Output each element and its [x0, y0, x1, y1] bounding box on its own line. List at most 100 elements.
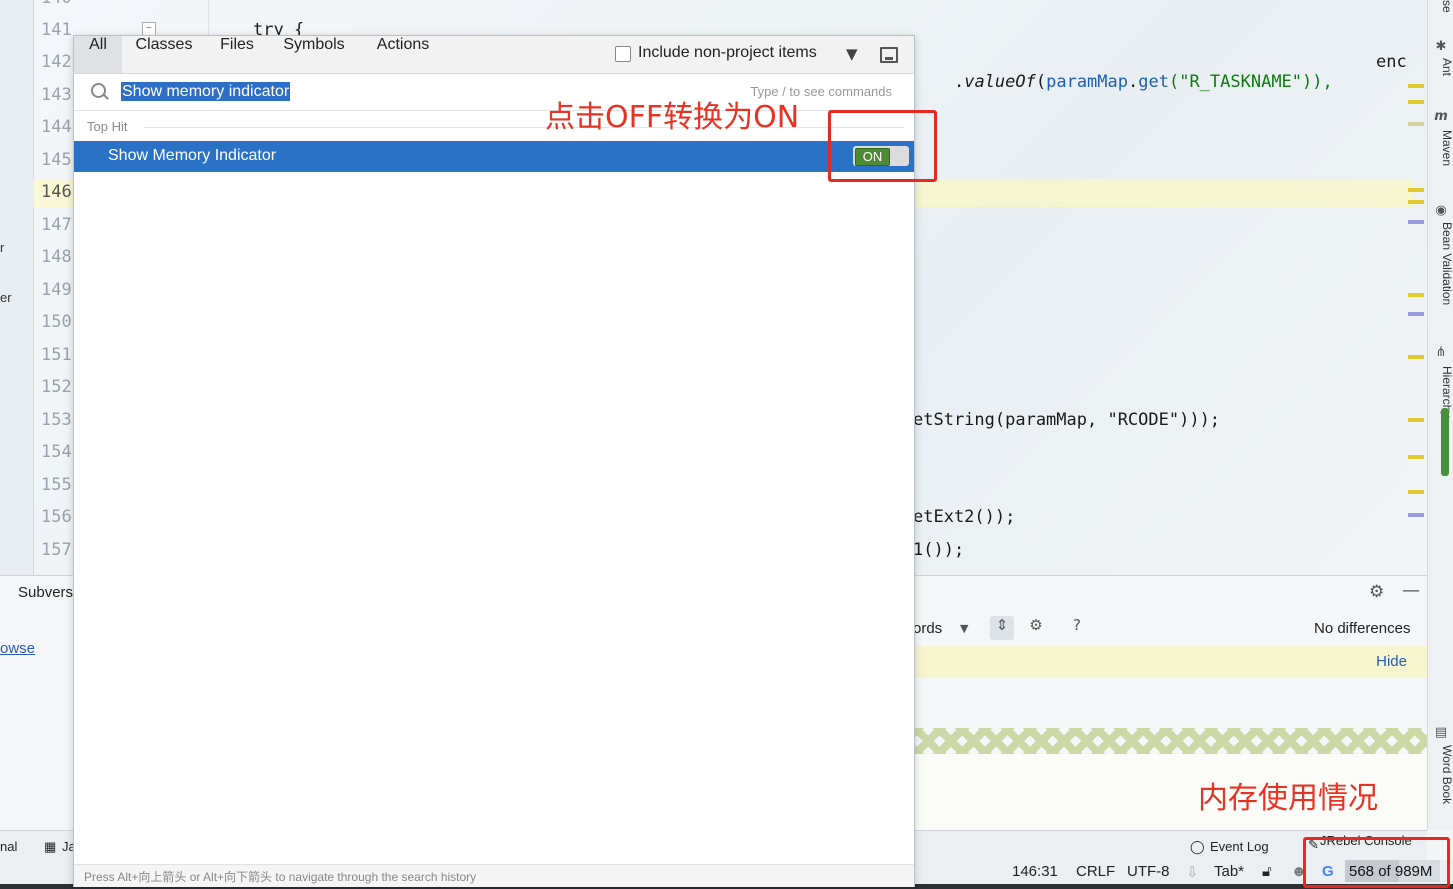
code-line-157: 1());: [913, 540, 965, 560]
hierarchy-icon: ⋔: [1435, 345, 1447, 360]
stripe-mark[interactable]: [1408, 490, 1424, 494]
code-token: .: [1128, 72, 1139, 92]
search-input[interactable]: Show memory indicator: [121, 82, 291, 101]
line-number: 145: [41, 150, 72, 170]
line-number: 149: [41, 280, 72, 300]
collapse-unchanged-icon[interactable]: ⇕: [990, 616, 1014, 640]
project-tree-fragment: r: [0, 240, 5, 255]
memory-highlight-box: [1303, 837, 1450, 888]
stripe-mark[interactable]: [1408, 100, 1424, 104]
ant-icon: ✱: [1435, 39, 1447, 54]
line-number: 156: [41, 507, 72, 527]
event-log-icon: ◯: [1190, 839, 1205, 854]
include-non-project-checkbox[interactable]: [615, 46, 631, 62]
line-number: 148: [41, 247, 72, 267]
download-icon: ⇩: [1186, 864, 1199, 881]
stripe-mark[interactable]: [1408, 293, 1424, 297]
diff-whitespace-mode[interactable]: ords: [913, 620, 942, 637]
file-encoding[interactable]: UTF-8: [1127, 863, 1170, 880]
tool-window-bean-validation[interactable]: Bean Validation: [1428, 222, 1453, 305]
error-stripe[interactable]: [1405, 0, 1427, 575]
stripe-mark[interactable]: [1408, 84, 1424, 88]
search-everywhere-popup: All Classes Files Symbols Actions Includ…: [73, 35, 915, 887]
panel-settings-icon[interactable]: ⚙: [1369, 582, 1384, 602]
stripe-mark[interactable]: [1408, 312, 1424, 316]
line-number: 140: [41, 0, 72, 8]
code-token: get: [1138, 72, 1169, 92]
project-tree-fragment: er: [0, 290, 12, 305]
code-token: paramMap: [1046, 72, 1128, 92]
line-number: 146: [41, 182, 72, 202]
line-number: 142: [41, 52, 72, 72]
code-line-156: etExt2());: [913, 507, 1016, 527]
terminal-tab[interactable]: nal: [0, 839, 17, 854]
popup-footer: Press Alt+向上箭头 or Alt+向下箭头 to navigate t…: [74, 864, 914, 887]
bean-validation-icon: ◉: [1435, 203, 1447, 218]
search-icon: [91, 83, 106, 98]
line-separator[interactable]: CRLF: [1076, 863, 1115, 880]
code-line-142: .valueOf(paramMap.get("R_TASKNAME")),: [913, 52, 1333, 112]
stripe-mark[interactable]: [1408, 355, 1424, 359]
tab-files[interactable]: Files: [210, 36, 264, 73]
project-panel-edge: r er: [0, 0, 34, 575]
diff-separator: [913, 728, 1427, 754]
tab-symbols[interactable]: Symbols: [272, 36, 356, 73]
fold-toggle-icon[interactable]: −: [142, 22, 156, 36]
stripe-mark[interactable]: [1408, 513, 1424, 517]
stripe-mark[interactable]: [1408, 188, 1424, 192]
result-item[interactable]: Show Memory Indicator ON: [74, 141, 914, 172]
line-number: 154: [41, 442, 72, 462]
tab-all[interactable]: All: [74, 36, 122, 73]
tool-window-maven[interactable]: Maven: [1428, 130, 1453, 166]
chevron-down-icon[interactable]: ▼: [960, 622, 968, 635]
toggle-annotation: 点击OFF转换为ON: [545, 100, 800, 135]
stripe-mark[interactable]: [1408, 455, 1424, 459]
indent-setting[interactable]: Tab*: [1214, 863, 1244, 880]
tool-window-ant[interactable]: Ant: [1428, 58, 1453, 76]
search-tabs: All Classes Files Symbols Actions Includ…: [74, 36, 914, 74]
line-number: 155: [41, 475, 72, 495]
lock-icon[interactable]: 🔓︎: [1262, 863, 1272, 880]
word-book-icon: ▤: [1434, 725, 1448, 740]
line-number: 143: [41, 85, 72, 105]
tool-window-database[interactable]: se: [1428, 0, 1453, 13]
diff-status: No differences: [1314, 620, 1411, 637]
java-tab-icon[interactable]: ▦: [44, 839, 56, 855]
subversion-tab[interactable]: Subvers: [18, 584, 73, 601]
code-token: valueOf: [964, 72, 1036, 92]
stripe-mark[interactable]: [1408, 122, 1424, 126]
navigation-hint: Press Alt+向上箭头 or Alt+向下箭头 to navigate t…: [84, 870, 477, 884]
inlay-hint: enc: [1376, 52, 1407, 72]
code-token: ("R_TASKNAME")),: [1168, 72, 1333, 92]
code-line-153: etString(paramMap, "RCODE")));: [913, 410, 1221, 430]
diff-notification-bar: Hide: [913, 646, 1427, 678]
help-button[interactable]: ?: [1065, 616, 1089, 640]
stripe-mark[interactable]: [1408, 418, 1424, 422]
result-item-label: Show Memory Indicator: [108, 147, 277, 164]
line-number: 157: [41, 540, 72, 560]
toggle-highlight-box: [828, 110, 937, 182]
right-tool-window-bar: se ✱ Ant m Maven ◉ Bean Validation ⋔ Hie…: [1427, 0, 1453, 830]
section-label: Top Hit: [87, 119, 128, 134]
include-non-project-label[interactable]: Include non-project items: [638, 44, 817, 62]
stripe-mark[interactable]: [1408, 220, 1424, 224]
tab-actions[interactable]: Actions: [366, 36, 440, 73]
stripe-mark[interactable]: [1408, 200, 1424, 204]
line-number: 147: [41, 215, 72, 235]
line-number: 153: [41, 410, 72, 430]
caret-position[interactable]: 146:31: [1012, 863, 1058, 880]
line-number: 144: [41, 117, 72, 137]
browse-link[interactable]: owse: [0, 640, 35, 657]
tool-window-word-book[interactable]: Word Book: [1428, 745, 1453, 804]
code-token: (: [1035, 72, 1047, 92]
memory-usage-annotation: 内存使用情况: [1198, 781, 1378, 816]
line-number: 152: [41, 377, 72, 397]
open-in-find-window-icon[interactable]: [880, 47, 898, 63]
panel-hide-icon[interactable]: —: [1402, 580, 1420, 601]
code-token: .: [953, 72, 965, 92]
diff-settings-icon[interactable]: ⚙: [1024, 616, 1048, 640]
hide-link[interactable]: Hide: [1376, 653, 1407, 670]
tab-classes[interactable]: Classes: [126, 36, 202, 73]
event-log-button[interactable]: Event Log: [1210, 839, 1269, 854]
filter-icon[interactable]: ▼: [846, 45, 858, 63]
